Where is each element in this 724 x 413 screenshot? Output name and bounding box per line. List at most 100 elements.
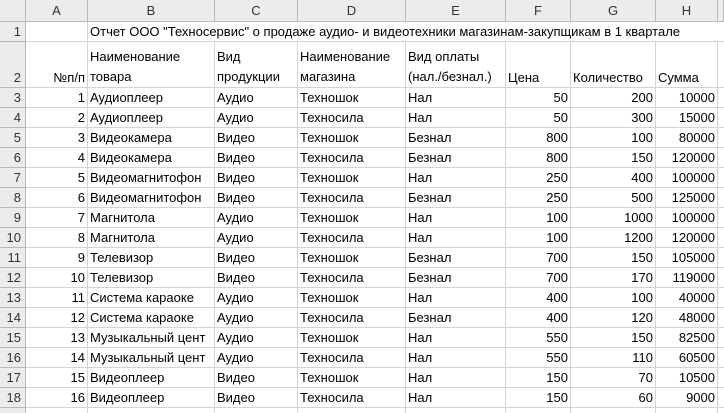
row-number-cell[interactable]: 13 [26,328,88,348]
row-header[interactable]: 12 [0,268,26,288]
quantity-cell[interactable]: 120 [571,308,656,328]
sum-cell[interactable]: 125000 [656,188,718,208]
cell-column-i[interactable] [718,368,724,388]
row-number-cell[interactable]: 3 [26,128,88,148]
sum-cell[interactable]: 119000 [656,268,718,288]
cell-c19[interactable] [215,408,298,413]
product-kind-cell[interactable]: Аудио [215,328,298,348]
quantity-cell[interactable]: 400 [571,168,656,188]
cell-column-i[interactable] [718,288,724,308]
payment-type-cell[interactable]: Нал [406,108,506,128]
payment-type-cell[interactable]: Нал [406,168,506,188]
sum-cell[interactable]: 40000 [656,288,718,308]
cell-column-i[interactable] [718,328,724,348]
product-name-cell[interactable]: Аудиоплеер [88,88,215,108]
product-kind-cell[interactable]: Аудио [215,208,298,228]
product-name-cell[interactable]: Музыкальный цент [88,328,215,348]
cell-a1[interactable] [26,22,88,42]
price-cell[interactable]: 50 [506,88,571,108]
price-cell[interactable]: 150 [506,388,571,408]
store-name-cell[interactable]: Техношок [298,208,406,228]
store-name-cell[interactable]: Техносила [298,188,406,208]
payment-type-cell[interactable]: Нал [406,228,506,248]
product-kind-cell[interactable]: Аудио [215,308,298,328]
row-header[interactable]: 8 [0,188,26,208]
quantity-cell[interactable]: 100 [571,128,656,148]
payment-type-cell[interactable]: Безнал [406,268,506,288]
column-header-i[interactable] [718,0,724,22]
column-header-g[interactable]: G [571,0,656,22]
row-number-cell[interactable]: 11 [26,288,88,308]
product-kind-cell[interactable]: Аудио [215,288,298,308]
row-header[interactable]: 1 [0,22,26,42]
column-header-a[interactable]: A [26,0,88,22]
product-kind-cell[interactable]: Аудио [215,88,298,108]
price-cell[interactable]: 700 [506,268,571,288]
price-cell[interactable]: 100 [506,228,571,248]
store-name-cell[interactable]: Техносила [298,388,406,408]
row-header[interactable]: 18 [0,388,26,408]
quantity-cell[interactable]: 300 [571,108,656,128]
header-store-cell[interactable]: Наименование магазина [298,42,406,88]
cell-column-i[interactable] [718,168,724,188]
product-name-cell[interactable]: Система караоке [88,288,215,308]
payment-type-cell[interactable]: Нал [406,368,506,388]
quantity-cell[interactable]: 200 [571,88,656,108]
sum-cell[interactable]: 120000 [656,228,718,248]
row-header[interactable]: 19 [0,408,26,413]
cell-column-i[interactable] [718,248,724,268]
quantity-cell[interactable]: 170 [571,268,656,288]
store-name-cell[interactable]: Техносила [298,348,406,368]
row-number-cell[interactable]: 9 [26,248,88,268]
price-cell[interactable]: 100 [506,208,571,228]
product-name-cell[interactable]: Система караоке [88,308,215,328]
header-sum-cell[interactable]: Сумма [656,42,718,88]
quantity-cell[interactable]: 60 [571,388,656,408]
spreadsheet-grid[interactable]: A B C D E F G H 1 Отчет ООО "Техносервис… [0,0,724,413]
sum-cell[interactable]: 80000 [656,128,718,148]
cell-column-i[interactable] [718,308,724,328]
header-product-cell[interactable]: Наименование товара [88,42,215,88]
cell-h19[interactable] [656,408,718,413]
store-name-cell[interactable]: Техношок [298,88,406,108]
quantity-cell[interactable]: 1000 [571,208,656,228]
product-name-cell[interactable]: Телевизор [88,268,215,288]
product-name-cell[interactable]: Видеокамера [88,148,215,168]
quantity-cell[interactable]: 150 [571,148,656,168]
select-all-corner[interactable] [0,0,26,22]
payment-type-cell[interactable]: Безнал [406,188,506,208]
store-name-cell[interactable]: Техношок [298,248,406,268]
payment-type-cell[interactable]: Нал [406,328,506,348]
column-header-f[interactable]: F [506,0,571,22]
row-header[interactable]: 14 [0,308,26,328]
row-header[interactable]: 2 [0,42,26,88]
header-num-cell[interactable]: №п/п [26,42,88,88]
row-header[interactable]: 7 [0,168,26,188]
row-header[interactable]: 15 [0,328,26,348]
cell-i2[interactable] [718,42,724,88]
row-number-cell[interactable]: 14 [26,348,88,368]
payment-type-cell[interactable]: Безнал [406,308,506,328]
cell-e19[interactable] [406,408,506,413]
row-number-cell[interactable]: 6 [26,188,88,208]
payment-type-cell[interactable]: Безнал [406,148,506,168]
cell-column-i[interactable] [718,108,724,128]
column-header-b[interactable]: B [88,0,215,22]
sum-cell[interactable]: 10500 [656,368,718,388]
row-header[interactable]: 11 [0,248,26,268]
product-name-cell[interactable]: Видеоплеер [88,388,215,408]
header-kind-cell[interactable]: Вид продукции [215,42,298,88]
header-price-cell[interactable]: Цена [506,42,571,88]
row-number-cell[interactable]: 7 [26,208,88,228]
row-header[interactable]: 10 [0,228,26,248]
product-kind-cell[interactable]: Аудио [215,348,298,368]
row-number-cell[interactable]: 16 [26,388,88,408]
quantity-cell[interactable]: 1200 [571,228,656,248]
sum-cell[interactable]: 15000 [656,108,718,128]
cell-column-i[interactable] [718,388,724,408]
cell-column-i[interactable] [718,128,724,148]
payment-type-cell[interactable]: Нал [406,208,506,228]
row-header[interactable]: 13 [0,288,26,308]
cell-f19[interactable] [506,408,571,413]
product-name-cell[interactable]: Магнитола [88,228,215,248]
